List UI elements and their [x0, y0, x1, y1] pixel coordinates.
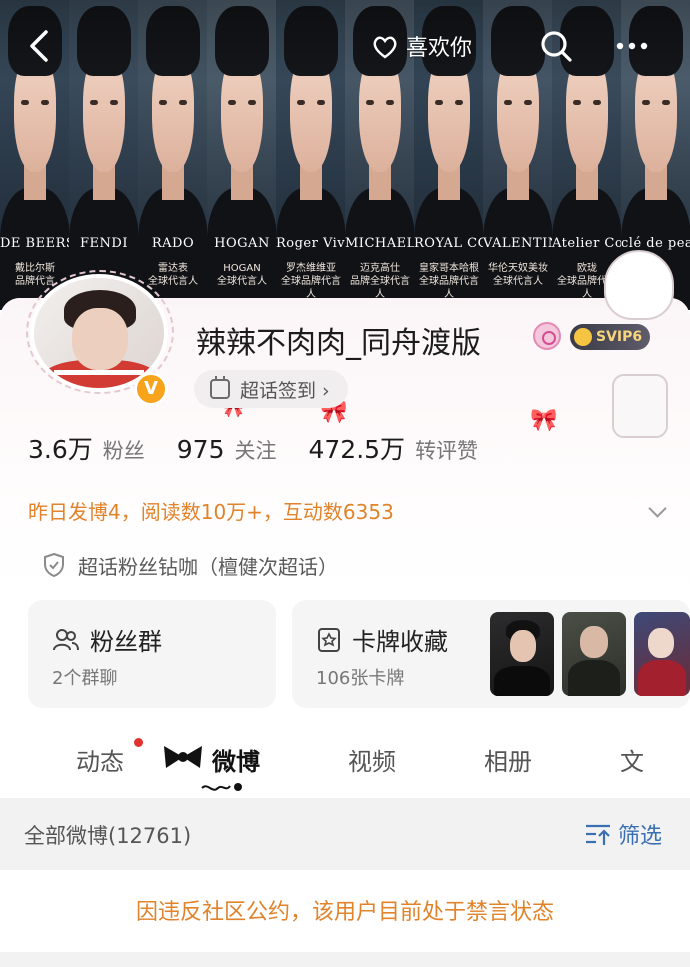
- svip-label: SVIP6: [596, 329, 643, 345]
- stat-label: 粉丝: [102, 439, 145, 463]
- banned-notice-text: 因违反社区公约，该用户目前处于禁言状态: [135, 900, 554, 925]
- card-star-icon: [318, 627, 340, 652]
- daily-summary-text: 昨日发博4，阅读数10万+，互动数6353: [28, 499, 394, 524]
- fan-group-tile[interactable]: 粉丝群 2个群聊: [28, 600, 276, 708]
- banner-brand-name: ROYAL COPENHAGEN: [414, 236, 484, 251]
- stat-value: 472.5万: [308, 435, 406, 464]
- more-options-button[interactable]: [612, 28, 652, 64]
- svip-badge[interactable]: SVIP6: [570, 324, 651, 350]
- card-collection-subtitle: 106张卡牌: [316, 668, 405, 689]
- chevron-down-icon: [648, 500, 668, 520]
- card-thumbnail[interactable]: [562, 612, 626, 696]
- tab-album[interactable]: 相册: [484, 742, 532, 777]
- banner-brand-name: DE BEERS: [0, 236, 70, 251]
- banner-brand-name: MICHAEL KORS: [345, 236, 415, 251]
- banned-notice: 因违反社区公约，该用户目前处于禁言状态: [0, 870, 690, 952]
- search-icon: [541, 31, 572, 62]
- back-arrow-icon: [30, 30, 48, 62]
- search-button[interactable]: [538, 28, 574, 64]
- shield-icon: [44, 552, 64, 578]
- tab-article[interactable]: 文: [620, 742, 644, 777]
- banner-brand-name: VALENTINO: [483, 236, 553, 251]
- profile-stats: 3.6万 粉丝 975 关注 472.5万 转评赞: [28, 430, 510, 466]
- fan-badge-label: 超话粉丝钻咖（檀健次超话）: [78, 554, 338, 579]
- tab-weibo[interactable]: 微博: [212, 742, 260, 777]
- verified-badge-icon: V: [134, 372, 168, 406]
- fan-group-title: 粉丝群: [90, 628, 162, 656]
- stat-value: 975: [176, 435, 225, 464]
- card-collection-title: 卡牌收藏: [352, 628, 448, 656]
- card-thumbnail[interactable]: [634, 612, 690, 696]
- bag-decoration-icon: [612, 374, 668, 438]
- bow-tab-icon: [164, 746, 202, 768]
- profile-tabs: 动态 微博 视频 相册 文: [0, 720, 690, 798]
- banner-brand-name: RADO: [151, 236, 195, 251]
- banner-brand-name: FENDI: [80, 236, 128, 251]
- banner-caption: 罗杰维维亚 全球品牌代言人: [281, 263, 341, 300]
- stat-label: 转评赞: [415, 439, 479, 463]
- crown-icon: [574, 328, 592, 346]
- filter-button[interactable]: 筛选: [584, 818, 662, 850]
- fan-badge-row[interactable]: 超话粉丝钻咖（檀健次超话）: [42, 548, 338, 582]
- supertopic-checkin-label: 超话签到 ›: [240, 379, 330, 402]
- banner-caption: 迈克高仕 品牌全球代言人: [350, 263, 410, 300]
- more-dots-icon: [616, 42, 648, 50]
- active-tab-indicator-icon: [201, 783, 242, 791]
- like-you-button[interactable]: 喜欢你: [370, 28, 472, 64]
- group-people-icon: [53, 628, 79, 650]
- stat-followers[interactable]: 3.6万 粉丝: [28, 430, 145, 466]
- supertopic-checkin-button[interactable]: 超话签到 ›: [194, 370, 348, 408]
- username: 辣辣不肉肉_同舟渡版: [196, 326, 481, 361]
- banner-caption: HOGAN 全球代言人: [217, 263, 267, 287]
- like-label: 喜欢你: [406, 36, 473, 61]
- tab-video[interactable]: 视频: [348, 742, 396, 777]
- banner-caption: 华伦天奴美妆 全球代言人: [488, 263, 548, 287]
- fan-group-subtitle: 2个群聊: [52, 668, 118, 689]
- bunny-decoration-icon: [604, 250, 674, 320]
- calendar-check-icon: [210, 376, 230, 399]
- top-navigation-bar: 喜欢你: [0, 0, 690, 100]
- filter-label: 筛选: [618, 824, 663, 849]
- heart-hand-icon: [373, 36, 397, 59]
- all-posts-count: 全部微博(12761): [24, 824, 192, 848]
- bottom-divider: [0, 952, 690, 967]
- stat-value: 3.6万: [28, 435, 93, 464]
- stat-following[interactable]: 975 关注: [177, 435, 277, 465]
- fan-link-badge-icon[interactable]: [533, 322, 561, 350]
- banner-brand-name: Atelier Cologne: [552, 236, 622, 251]
- stat-reposts-comments-likes[interactable]: 472.5万 转评赞: [308, 430, 478, 466]
- banner-caption: 皇家哥本哈根 全球品牌代言人: [419, 263, 479, 300]
- bow-decoration-icon: 🎀: [530, 408, 558, 433]
- notification-dot: [134, 738, 143, 747]
- filter-sort-icon: [586, 824, 610, 845]
- card-thumbnail[interactable]: [490, 612, 554, 696]
- tab-feed[interactable]: 动态: [76, 742, 124, 777]
- banner-brand-name: Roger Vivier: [276, 236, 346, 251]
- stat-label: 关注: [234, 439, 277, 463]
- banner-brand-name: HOGAN: [214, 236, 270, 251]
- back-button[interactable]: [22, 28, 58, 64]
- banner-brand-name: clé de peau: [621, 236, 690, 251]
- feed-filter-bar: 全部微博(12761) 筛选: [0, 798, 690, 870]
- daily-summary-row[interactable]: 昨日发博4，阅读数10万+，互动数6353: [28, 490, 668, 530]
